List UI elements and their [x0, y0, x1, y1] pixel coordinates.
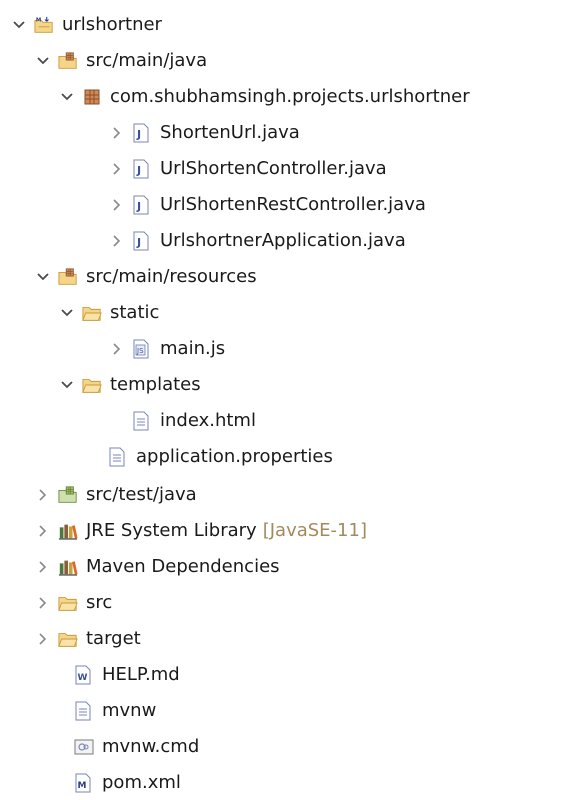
project-explorer-tree: M urlshortner src/main/java com.shubhams… — [0, 0, 572, 795]
chevron-down-icon[interactable] — [58, 88, 76, 106]
text-file-icon — [108, 447, 128, 467]
tree-item-label: UrlShortenController.java — [160, 158, 387, 179]
tree-item-label: HELP.md — [102, 664, 180, 685]
tree-item-label: com.shubhamsingh.projects.urlshortner — [110, 86, 470, 107]
svg-text:J: J — [136, 200, 141, 213]
tree-item-help-md[interactable]: W HELP.md — [50, 658, 180, 692]
tree-item-label: urlshortner — [62, 14, 162, 35]
tree-item-src-main-resources[interactable]: src/main/resources — [34, 260, 257, 294]
tree-item-templates-folder[interactable]: templates — [58, 368, 201, 402]
tree-item-maven-dependencies[interactable]: Maven Dependencies — [34, 550, 280, 584]
text-file-icon — [132, 411, 152, 431]
folder-icon — [82, 375, 102, 395]
tree-item-label: ShortenUrl.java — [160, 122, 300, 143]
chevron-right-icon[interactable] — [34, 486, 52, 504]
tree-item-src-folder[interactable]: src — [34, 586, 112, 620]
svg-text:J: J — [136, 236, 141, 249]
tree-item-src-main-java[interactable]: src/main/java — [34, 44, 207, 78]
folder-icon — [58, 629, 78, 649]
tree-item-label: target — [86, 628, 141, 649]
tree-item-mvnw-cmd[interactable]: mvnw.cmd — [50, 730, 199, 764]
chevron-right-icon[interactable] — [108, 124, 126, 142]
tree-item-java-file[interactable]: J UrlShortenRestController.java — [108, 188, 426, 222]
library-icon — [58, 557, 78, 577]
tree-item-js-file[interactable]: JS main.js — [108, 332, 225, 366]
chevron-right-icon[interactable] — [34, 630, 52, 648]
tree-item-label: JRE System Library — [86, 520, 257, 541]
java-file-icon: J — [132, 123, 152, 143]
java-file-icon: J — [132, 159, 152, 179]
svg-text:W: W — [78, 673, 88, 683]
chevron-down-icon[interactable] — [58, 376, 76, 394]
chevron-down-icon[interactable] — [34, 52, 52, 70]
markdown-file-icon: W — [74, 665, 94, 685]
chevron-right-icon[interactable] — [34, 522, 52, 540]
tree-item-java-file[interactable]: J UrlShortenController.java — [108, 152, 387, 186]
pom-file-icon: M — [74, 773, 94, 793]
java-file-icon: J — [132, 195, 152, 215]
tree-item-static-folder[interactable]: static — [58, 296, 159, 330]
svg-text:M: M — [78, 781, 87, 791]
tree-item-mvnw[interactable]: mvnw — [50, 694, 156, 728]
tree-item-label: Maven Dependencies — [86, 556, 280, 577]
chevron-down-icon[interactable] — [58, 304, 76, 322]
chevron-right-icon[interactable] — [108, 340, 126, 358]
tree-item-target-folder[interactable]: target — [34, 622, 141, 656]
package-icon — [82, 87, 102, 107]
chevron-down-icon[interactable] — [10, 16, 28, 34]
library-icon — [58, 521, 78, 541]
tree-item-label: mvnw.cmd — [102, 736, 200, 757]
source-folder-icon — [58, 267, 78, 287]
folder-icon — [58, 593, 78, 613]
tree-item-label: index.html — [160, 410, 256, 431]
tree-item-label: templates — [110, 374, 201, 395]
svg-text:J: J — [136, 164, 141, 177]
folder-icon — [82, 303, 102, 323]
tree-item-label: UrlShortenRestController.java — [160, 194, 426, 215]
tree-item-label: src/test/java — [86, 484, 197, 505]
chevron-right-icon[interactable] — [34, 594, 52, 612]
svg-text:JS: JS — [136, 347, 144, 355]
svg-text:M: M — [36, 17, 41, 23]
tree-item-project[interactable]: M urlshortner — [10, 8, 162, 42]
tree-item-package[interactable]: com.shubhamsingh.projects.urlshortner — [58, 80, 470, 114]
source-folder-icon — [58, 51, 78, 71]
tree-item-java-file[interactable]: J ShortenUrl.java — [108, 116, 300, 150]
tree-item-label: main.js — [160, 338, 226, 359]
tree-item-label: application.properties — [136, 446, 333, 467]
chevron-right-icon[interactable] — [108, 232, 126, 250]
tree-item-label: UrlshortnerApplication.java — [160, 230, 406, 251]
cmd-file-icon — [74, 737, 94, 757]
js-file-icon: JS — [132, 339, 152, 359]
svg-text:J: J — [136, 128, 141, 141]
tree-item-java-file[interactable]: J UrlshortnerApplication.java — [108, 224, 406, 258]
chevron-right-icon[interactable] — [108, 160, 126, 178]
tree-item-label: static — [110, 302, 160, 323]
tree-item-src-test-java[interactable]: src/test/java — [34, 478, 197, 512]
tree-item-label: pom.xml — [102, 772, 181, 793]
tree-item-label: src — [86, 592, 113, 613]
chevron-down-icon[interactable] — [34, 268, 52, 286]
text-file-icon — [74, 701, 94, 721]
tree-item-properties-file[interactable]: application.properties — [84, 440, 333, 474]
tree-item-label: src/main/java — [86, 50, 208, 71]
tree-item-label: src/main/resources — [86, 266, 257, 287]
jre-version-decoration: [JavaSE-11] — [262, 520, 367, 541]
chevron-right-icon[interactable] — [108, 196, 126, 214]
tree-item-label: mvnw — [102, 700, 157, 721]
chevron-right-icon[interactable] — [34, 558, 52, 576]
java-file-icon: J — [132, 231, 152, 251]
tree-item-html-file[interactable]: index.html — [108, 404, 256, 438]
maven-project-icon: M — [34, 15, 54, 35]
tree-item-jre-library[interactable]: JRE System Library [JavaSE-11] — [34, 514, 367, 548]
source-folder-icon — [58, 485, 78, 505]
